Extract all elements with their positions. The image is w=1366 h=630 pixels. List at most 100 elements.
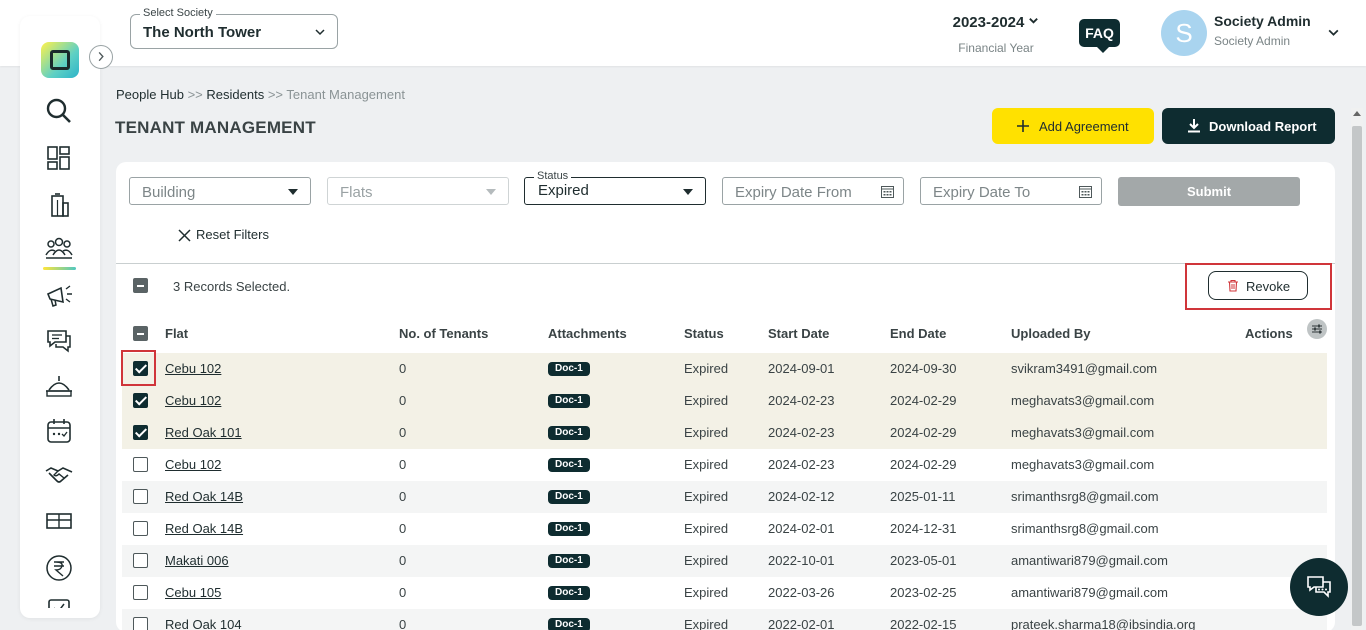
status-select[interactable]: Status Expired [524, 170, 706, 205]
selection-bar [116, 263, 1335, 307]
dashboard-icon[interactable] [44, 143, 74, 173]
breadcrumb-people-hub[interactable]: People Hub [116, 87, 184, 102]
flat-cell[interactable]: Cebu 102 [165, 393, 221, 408]
row-checkbox[interactable] [133, 425, 148, 440]
handshake-icon[interactable] [44, 460, 74, 490]
column-settings-button[interactable] [1307, 319, 1327, 339]
scrollbar-thumb[interactable] [1352, 126, 1362, 626]
submit-button[interactable]: Submit [1118, 177, 1300, 206]
amenities-icon[interactable] [44, 506, 74, 536]
attachment-badge[interactable]: Doc-1 [548, 490, 590, 504]
flat-cell[interactable]: Red Oak 14B [165, 521, 243, 536]
calendar-icon[interactable] [881, 185, 894, 198]
attachment-badge[interactable]: Doc-1 [548, 522, 590, 536]
chat-icon[interactable] [44, 325, 74, 355]
status-cell: Expired [684, 457, 729, 472]
download-report-button[interactable]: Download Report [1162, 108, 1335, 144]
chevron-down-icon[interactable] [1327, 26, 1340, 39]
service-icon[interactable] [44, 370, 74, 400]
calendar-icon[interactable] [44, 416, 74, 446]
row-checkbox[interactable] [133, 553, 148, 568]
expiry-date-from-input[interactable]: Expiry Date From [722, 177, 904, 205]
attachment-badge[interactable]: Doc-1 [548, 554, 590, 568]
flats-placeholder: Flats [340, 184, 373, 201]
app-logo[interactable] [41, 42, 79, 78]
start-date-cell: 2024-02-01 [768, 521, 835, 536]
flat-cell[interactable]: Red Oak 104 [165, 617, 242, 630]
end-date-cell: 2024-02-29 [890, 393, 957, 408]
end-date-cell: 2024-09-30 [890, 361, 957, 376]
building-placeholder: Building [142, 184, 196, 201]
chat-bubbles-icon [1307, 576, 1331, 598]
calendar-icon[interactable] [1079, 185, 1092, 198]
user-role: Society Admin [1214, 34, 1291, 48]
column-header-end-date[interactable]: End Date [890, 326, 946, 341]
financial-year-select[interactable]: 2023-2024 Financial Year [944, 14, 1048, 55]
status-cell: Expired [684, 585, 729, 600]
attachment-badge[interactable]: Doc-1 [548, 586, 590, 600]
more-icon[interactable] [44, 596, 74, 608]
building-select[interactable]: Building [129, 177, 311, 205]
column-header-start-date[interactable]: Start Date [768, 326, 829, 341]
society-select-label: Select Society [140, 7, 216, 19]
add-agreement-button[interactable]: Add Agreement [992, 108, 1154, 144]
start-date-cell: 2024-02-23 [768, 393, 835, 408]
sidebar-collapse-button[interactable] [89, 45, 113, 69]
flat-cell[interactable]: Cebu 102 [165, 361, 221, 376]
tenants-cell: 0 [399, 361, 407, 376]
attachment-badge[interactable]: Doc-1 [548, 458, 590, 472]
tenants-cell: 0 [399, 393, 407, 408]
row-checkbox[interactable] [133, 457, 148, 472]
attachment-badge[interactable]: Doc-1 [548, 426, 590, 440]
uploaded-by-cell: srimanthsrg8@gmail.com [1011, 489, 1159, 504]
tenants-cell: 0 [399, 521, 407, 536]
end-date-cell: 2025-01-11 [890, 489, 956, 504]
close-icon [178, 229, 191, 242]
attachment-badge[interactable]: Doc-1 [548, 618, 590, 630]
row-checkbox[interactable] [133, 617, 148, 630]
flat-cell[interactable]: Makati 006 [165, 553, 229, 568]
expiry-date-to-input[interactable]: Expiry Date To [920, 177, 1102, 205]
column-header-tenants[interactable]: No. of Tenants [399, 326, 488, 341]
people-icon[interactable] [44, 234, 74, 264]
download-report-label: Download Report [1209, 119, 1317, 134]
search-icon[interactable] [44, 96, 74, 126]
scroll-up-arrow-icon[interactable] [1353, 111, 1361, 116]
sliders-icon [1312, 324, 1322, 334]
select-all-checkbox[interactable] [133, 326, 148, 341]
financial-year-value: 2023-2024 [952, 14, 1025, 31]
uploaded-by-cell: svikram3491@gmail.com [1011, 361, 1158, 376]
row-checkbox[interactable] [133, 393, 148, 408]
flat-cell[interactable]: Cebu 102 [165, 457, 221, 472]
avatar[interactable]: S [1161, 10, 1207, 56]
tenants-cell: 0 [399, 457, 407, 472]
breadcrumb-residents[interactable]: Residents [206, 87, 264, 102]
add-agreement-label: Add Agreement [1039, 119, 1129, 134]
status-cell: Expired [684, 521, 729, 536]
row-checkbox[interactable] [133, 521, 148, 536]
end-date-cell: 2023-05-01 [890, 553, 957, 568]
flats-select[interactable]: Flats [327, 177, 509, 205]
building-icon[interactable] [44, 190, 74, 220]
flat-cell[interactable]: Red Oak 101 [165, 425, 242, 440]
row-checkbox[interactable] [133, 585, 148, 600]
attachment-badge[interactable]: Doc-1 [548, 362, 590, 376]
selection-bar-checkbox[interactable] [133, 278, 148, 293]
megaphone-icon[interactable] [44, 281, 74, 311]
flat-cell[interactable]: Cebu 105 [165, 585, 221, 600]
expiry-date-to-placeholder: Expiry Date To [933, 184, 1031, 201]
row-checkbox[interactable] [133, 489, 148, 504]
society-select[interactable]: Select Society The North Tower [130, 7, 338, 49]
end-date-cell: 2023-02-25 [890, 585, 957, 600]
rupee-icon[interactable] [44, 553, 74, 583]
column-header-flat[interactable]: Flat [165, 326, 188, 341]
support-chat-button[interactable] [1290, 558, 1348, 616]
column-header-status[interactable]: Status [684, 326, 724, 341]
flat-cell[interactable]: Red Oak 14B [165, 489, 243, 504]
faq-button[interactable]: FAQ [1079, 19, 1120, 53]
column-header-uploaded-by[interactable]: Uploaded By [1011, 326, 1090, 341]
attachment-badge[interactable]: Doc-1 [548, 394, 590, 408]
breadcrumb-separator: >> [267, 87, 284, 102]
uploaded-by-cell: meghavats3@gmail.com [1011, 457, 1155, 472]
column-header-attachments[interactable]: Attachments [548, 326, 627, 341]
